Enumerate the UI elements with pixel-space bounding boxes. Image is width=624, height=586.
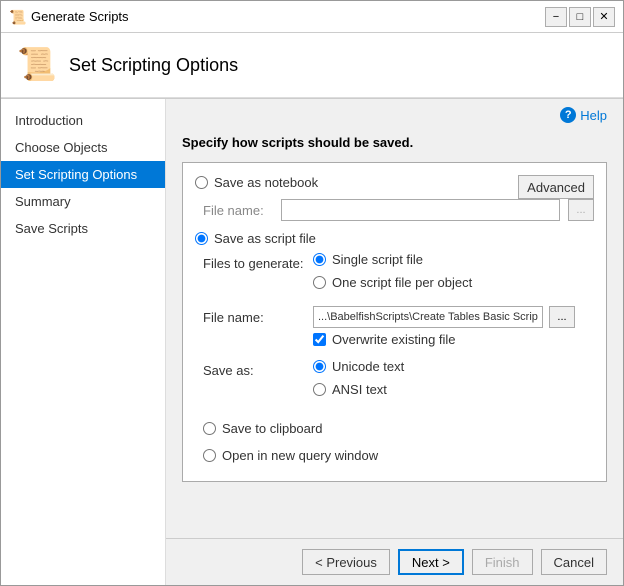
unicode-radio[interactable]	[313, 360, 326, 373]
sidebar-item-set-scripting-options[interactable]: Set Scripting Options	[1, 161, 165, 188]
script-filename-row: ...	[313, 306, 594, 328]
sidebar: Introduction Choose Objects Set Scriptin…	[1, 99, 166, 585]
title-bar-controls: − □ ✕	[545, 7, 615, 27]
header-title: Set Scripting Options	[69, 55, 238, 76]
save-as-notebook-row: Save as notebook	[195, 175, 318, 190]
query-window-label[interactable]: Open in new query window	[222, 448, 378, 463]
main-window: 📜 Generate Scripts − □ ✕ 📜 Set Scripting…	[0, 0, 624, 586]
sidebar-item-save-scripts[interactable]: Save Scripts	[1, 215, 165, 242]
one-per-object-row: One script file per object	[313, 275, 594, 290]
script-filename-input[interactable]	[313, 306, 543, 328]
next-button[interactable]: Next >	[398, 549, 464, 575]
sidebar-item-introduction[interactable]: Introduction	[1, 107, 165, 134]
ansi-row: ANSI text	[313, 382, 594, 397]
unicode-label[interactable]: Unicode text	[332, 359, 404, 374]
files-to-generate-value: Single script file One script file per o…	[313, 252, 594, 296]
save-to-clipboard-row: Save to clipboard	[203, 421, 594, 436]
footer: < Previous Next > Finish Cancel	[166, 538, 623, 585]
notebook-filename-row: File name: ...	[195, 199, 594, 221]
notebook-filename-input	[281, 199, 560, 221]
script-browse-button[interactable]: ...	[549, 306, 575, 328]
main-panel: ? Help Specify how scripts should be sav…	[166, 99, 623, 585]
title-bar: 📜 Generate Scripts − □ ✕	[1, 1, 623, 33]
instructions-text: Specify how scripts should be saved.	[182, 135, 607, 150]
bottom-options: Save to clipboard Open in new query wind…	[195, 413, 594, 469]
window-title: Generate Scripts	[31, 9, 129, 24]
options-box: Save as notebook Advanced File name: ...	[182, 162, 607, 482]
overwrite-label[interactable]: Overwrite existing file	[332, 332, 456, 347]
advanced-button[interactable]: Advanced	[518, 175, 594, 199]
previous-button[interactable]: < Previous	[302, 549, 390, 575]
minimize-button[interactable]: −	[545, 7, 567, 27]
open-query-row: Open in new query window	[203, 448, 594, 463]
single-script-label[interactable]: Single script file	[332, 252, 423, 267]
clipboard-label[interactable]: Save to clipboard	[222, 421, 322, 436]
close-button[interactable]: ✕	[593, 7, 615, 27]
main-content: Specify how scripts should be saved. Sav…	[166, 127, 623, 538]
sidebar-item-choose-objects[interactable]: Choose Objects	[1, 134, 165, 161]
app-icon: 📜	[9, 9, 25, 25]
single-script-row: Single script file	[313, 252, 594, 267]
script-filename-label: File name:	[203, 306, 313, 325]
help-label: Help	[580, 108, 607, 123]
help-icon: ?	[560, 107, 576, 123]
notebook-radio[interactable]	[195, 176, 208, 189]
files-to-generate-label: Files to generate:	[203, 252, 313, 271]
clipboard-radio[interactable]	[203, 422, 216, 435]
script-filename-value: ... Overwrite existing file	[313, 306, 594, 347]
overwrite-checkbox[interactable]	[313, 333, 326, 346]
content-area: Introduction Choose Objects Set Scriptin…	[1, 99, 623, 585]
ansi-radio[interactable]	[313, 383, 326, 396]
unicode-row: Unicode text	[313, 359, 594, 374]
title-bar-left: 📜 Generate Scripts	[9, 9, 129, 25]
notebook-section: Save as notebook Advanced File name: ...	[195, 175, 594, 221]
header-section: 📜 Set Scripting Options	[1, 33, 623, 98]
save-as-value: Unicode text ANSI text	[313, 359, 594, 403]
one-per-object-label[interactable]: One script file per object	[332, 275, 472, 290]
header-area: 📜 Set Scripting Options	[1, 33, 623, 99]
notebook-browse-button: ...	[568, 199, 594, 221]
one-per-object-radio[interactable]	[313, 276, 326, 289]
maximize-button[interactable]: □	[569, 7, 591, 27]
help-link[interactable]: ? Help	[560, 107, 607, 123]
main-header: ? Help	[166, 99, 623, 127]
finish-button: Finish	[472, 549, 533, 575]
notebook-label[interactable]: Save as notebook	[214, 175, 318, 190]
notebook-row-wrap: Save as notebook Advanced	[195, 175, 594, 199]
notebook-filename-label: File name:	[203, 203, 273, 218]
sidebar-item-summary[interactable]: Summary	[1, 188, 165, 215]
save-as-script-row: Save as script file	[195, 231, 594, 246]
query-window-radio[interactable]	[203, 449, 216, 462]
cancel-button[interactable]: Cancel	[541, 549, 607, 575]
single-script-radio[interactable]	[313, 253, 326, 266]
script-options-grid: Files to generate: Single script file On…	[195, 252, 594, 403]
save-as-label: Save as:	[203, 359, 313, 378]
script-file-radio[interactable]	[195, 232, 208, 245]
header-icon: 📜	[17, 45, 57, 85]
overwrite-checkbox-row: Overwrite existing file	[313, 332, 594, 347]
script-file-label[interactable]: Save as script file	[214, 231, 316, 246]
ansi-label[interactable]: ANSI text	[332, 382, 387, 397]
